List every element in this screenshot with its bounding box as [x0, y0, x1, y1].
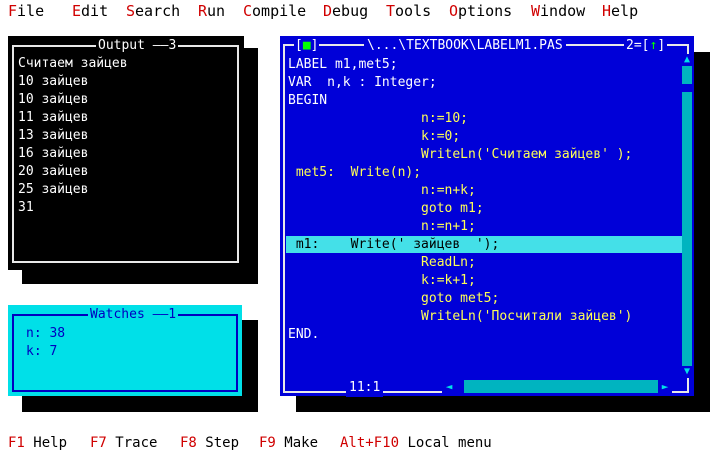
watch-line: n: 38	[26, 326, 66, 341]
menu-debug[interactable]: Debug	[323, 2, 368, 20]
zoom-icon[interactable]: ↑	[649, 38, 657, 53]
scroll-right-arrow-icon[interactable]: ►	[658, 380, 672, 393]
output-line: 11 зайцев	[18, 110, 89, 125]
code-line[interactable]: WriteLn('Посчитали зайцев')	[288, 308, 632, 326]
code-line[interactable]: ReadLn;	[288, 254, 476, 272]
status-make[interactable]: F9 Make	[259, 434, 318, 452]
status-step[interactable]: F8 Step	[180, 434, 239, 452]
horizontal-scrollbar[interactable]: ◄ ►	[442, 380, 672, 393]
menu-bar: File Edit Search Run Compile Debug Tools…	[0, 0, 718, 22]
editor-title-left: [■]	[294, 37, 320, 55]
scroll-left-arrow-icon[interactable]: ◄	[442, 380, 456, 393]
code-line[interactable]: n:=10;	[288, 110, 468, 128]
editor-title-right: 2=[↑]	[624, 37, 668, 55]
menu-window[interactable]: Window	[531, 2, 585, 20]
close-icon[interactable]: ■	[303, 38, 311, 53]
menu-compile[interactable]: Compile	[243, 2, 306, 20]
code-line[interactable]: n:=n+k;	[288, 182, 476, 200]
scroll-up-arrow-icon[interactable]: ▲	[682, 54, 692, 66]
output-window-number: 3	[168, 38, 177, 53]
output-line: 31	[18, 200, 34, 215]
editor-shadow	[296, 396, 710, 412]
code-line[interactable]: k:=k+1;	[288, 272, 476, 290]
code-line[interactable]: WriteLn('Считаем зайцев' );	[288, 146, 632, 164]
ide-screen: File Edit Search Run Compile Debug Tools…	[0, 0, 718, 456]
watches-window[interactable]: Watches ——1 n: 38 k: 7	[8, 305, 242, 396]
menu-search[interactable]: Search	[126, 2, 180, 20]
hscroll-thumb[interactable]	[456, 380, 464, 393]
vertical-scrollbar[interactable]: ▲ ▼	[682, 54, 692, 378]
menu-run[interactable]: Run	[198, 2, 225, 20]
output-line: 16 зайцев	[18, 146, 89, 161]
code-line[interactable]: met5: Write(n);	[288, 164, 421, 182]
code-line[interactable]: goto m1;	[288, 200, 484, 218]
editor-window-number: 2	[626, 38, 634, 53]
watches-shadow-side	[242, 320, 258, 412]
output-title: Output	[98, 38, 145, 53]
output-line: 13 зайцев	[18, 128, 89, 143]
menu-file[interactable]: File	[8, 2, 44, 20]
status-local-menu[interactable]: Alt+F10 Local menu	[340, 434, 492, 452]
output-window[interactable]: Output ——3 Считаем зайцев 10 зайцев 10 з…	[8, 36, 244, 270]
menu-edit[interactable]: Edit	[72, 2, 108, 20]
watches-title-bar[interactable]: Watches ——1	[88, 306, 179, 324]
status-help[interactable]: F1 Help	[8, 434, 67, 452]
code-line[interactable]: VAR n,k : Integer;	[288, 74, 437, 92]
output-line: 10 зайцев	[18, 92, 89, 107]
output-line: 25 зайцев	[18, 182, 89, 197]
code-line[interactable]: goto met5;	[288, 290, 499, 308]
output-shadow-side	[243, 48, 258, 284]
status-trace[interactable]: F7 Trace	[90, 434, 157, 452]
scroll-down-arrow-icon[interactable]: ▼	[682, 366, 692, 378]
code-line-current[interactable]: m1: Write(' зайцев ');	[288, 236, 500, 254]
code-line[interactable]: n:=n+1;	[288, 218, 476, 236]
status-bar: F1 Help F7 Trace F8 Step F9 Make Alt+F10…	[0, 430, 718, 456]
editor-path[interactable]: \...\TEXTBOOK\LABELM1.PAS	[364, 37, 566, 55]
menu-tools[interactable]: Tools	[386, 2, 431, 20]
menu-options[interactable]: Options	[449, 2, 512, 20]
code-line[interactable]: BEGIN	[288, 92, 327, 110]
editor-window[interactable]: [■] \...\TEXTBOOK\LABELM1.PAS 2=[↑] LABE…	[280, 36, 694, 397]
scroll-thumb[interactable]	[682, 84, 692, 92]
menu-help[interactable]: Help	[602, 2, 638, 20]
output-line: Считаем зайцев	[18, 56, 128, 71]
code-line[interactable]: k:=0;	[288, 128, 460, 146]
code-line[interactable]: LABEL m1,met5;	[288, 56, 398, 74]
output-line: 20 зайцев	[18, 164, 89, 179]
watches-window-number: 1	[168, 307, 177, 322]
watch-line: k: 7	[26, 344, 58, 359]
output-title-bar[interactable]: Output ——3	[96, 37, 179, 55]
cursor-position: 11:1	[346, 379, 384, 397]
watches-shadow	[22, 396, 258, 412]
editor-shadow-side	[694, 52, 710, 412]
watches-title: Watches	[90, 307, 145, 322]
output-shadow	[22, 270, 258, 284]
output-line: 10 зайцев	[18, 74, 89, 89]
code-line[interactable]: END.	[288, 326, 319, 344]
